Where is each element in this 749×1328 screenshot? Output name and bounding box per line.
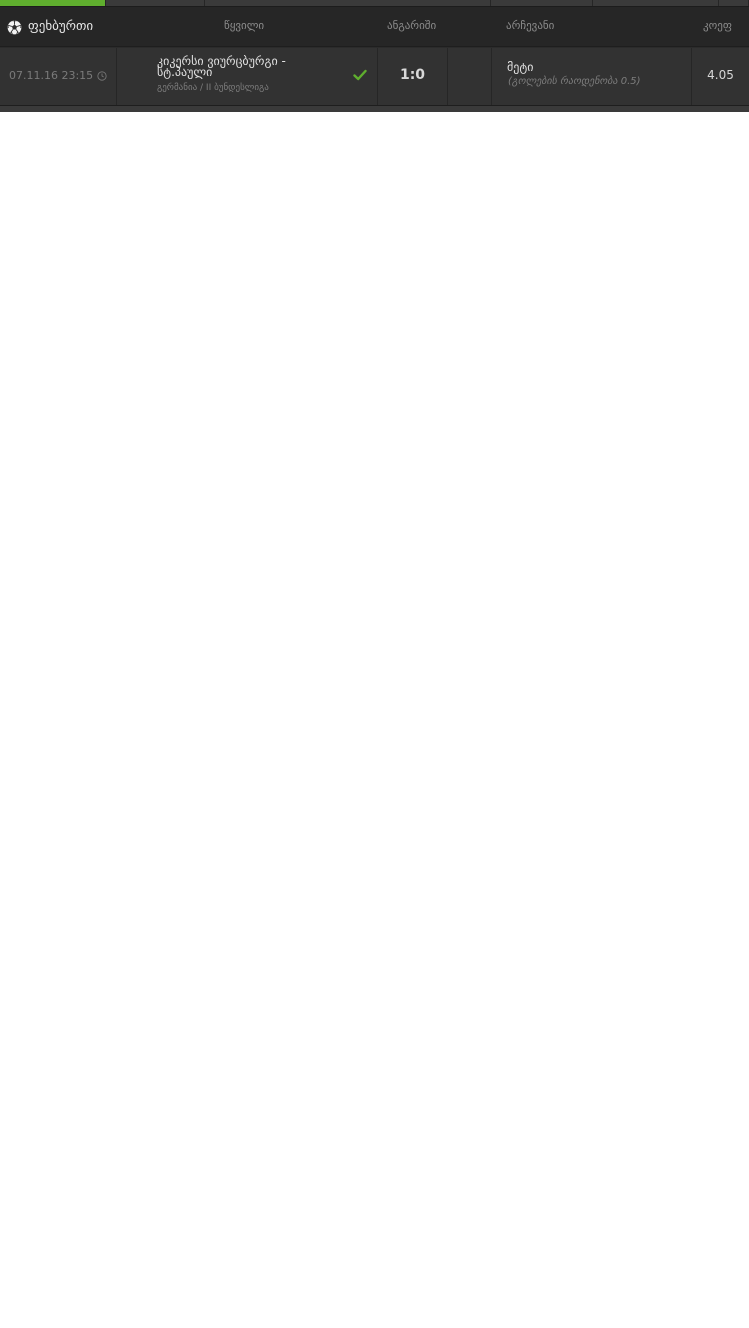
soccer-ball-icon [7,20,22,34]
league-name: გერმანია / II ბუნდესლიგა [157,83,269,93]
column-header-choice: არჩევანი [506,19,555,32]
table-header: ფეხბურთი წყვილი ანგარიში არჩევანი კოეფ [0,7,749,47]
choice-detail: (გოლების რაოდენობა 0.5) [508,76,641,87]
odds-value: 4.05 [707,68,734,82]
tab-strip [0,0,749,7]
column-header-score: ანგარიში [387,19,437,32]
checkmark-icon [353,69,367,81]
column-header-event: წყვილი [224,19,265,32]
column-header-odds: კოეფ [703,19,732,32]
datetime-text: 07.11.16 23:15 [9,69,94,82]
bet-history-panel: ფეხბურთი წყვილი ანგარიში არჩევანი კოეფ 0… [0,0,749,112]
date-cell: 07.11.16 23:15 [0,48,117,105]
sport-label: ფეხბურთი [28,19,94,34]
table-row[interactable]: 07.11.16 23:15 კიკერსი ვიურცბურგი - სტ.პ… [0,48,749,105]
event-name[interactable]: კიკერსი ვიურცბურგი - სტ.პაული [157,55,337,78]
bet-datetime: 07.11.16 23:15 [9,69,107,82]
clock-icon [97,70,107,81]
sport-heading[interactable]: ფეხბურთი [7,7,93,47]
choice-value: მეტი [507,60,534,74]
empty-cell [448,48,492,105]
score-value: 1:0 [399,67,426,83]
table-footer-strip [0,105,749,112]
